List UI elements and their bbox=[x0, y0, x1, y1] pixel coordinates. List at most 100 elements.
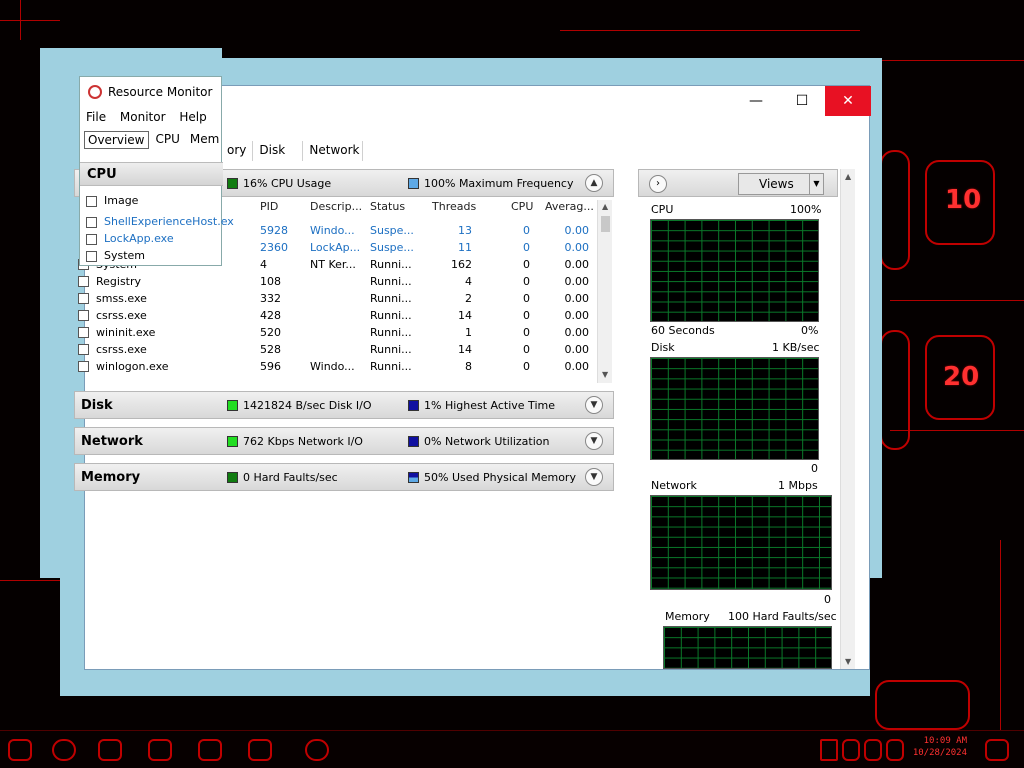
cpu-graph-min: 0% bbox=[801, 324, 819, 337]
process-checkbox[interactable] bbox=[78, 276, 89, 287]
cell-cpu: 0 bbox=[523, 275, 530, 288]
network-graph-min: 0 bbox=[824, 593, 831, 606]
tab-cpu[interactable]: CPU bbox=[153, 131, 183, 149]
cell-description: LockAp... bbox=[310, 241, 361, 254]
scroll-thumb[interactable] bbox=[601, 216, 610, 232]
cell-description: NT Ker... bbox=[310, 258, 356, 271]
volume-icon[interactable] bbox=[864, 739, 882, 761]
tab-overview[interactable]: Overview bbox=[84, 131, 149, 149]
col-cpu[interactable]: CPU bbox=[511, 200, 533, 213]
app-icon[interactable] bbox=[148, 739, 172, 761]
process-checkbox[interactable] bbox=[86, 217, 97, 228]
cpu-section-title[interactable]: CPU bbox=[80, 162, 223, 186]
table-row[interactable]: Registry 108 Runni... 4 0 0.00 bbox=[78, 273, 596, 290]
decor-frame bbox=[875, 680, 970, 730]
cell-threads: 2 bbox=[465, 292, 472, 305]
scroll-up-icon[interactable]: ▲ bbox=[845, 172, 851, 181]
cell-status: Runni... bbox=[370, 360, 412, 373]
cell-threads: 14 bbox=[458, 309, 472, 322]
tray-arrow-icon[interactable] bbox=[820, 739, 838, 761]
scroll-down-icon[interactable]: ▼ bbox=[602, 370, 608, 379]
table-row[interactable]: wininit.exe 520 Runni... 1 0 0.00 bbox=[78, 324, 596, 341]
cpu-graph bbox=[650, 219, 819, 322]
cell-threads: 13 bbox=[458, 224, 472, 237]
col-status[interactable]: Status bbox=[370, 200, 405, 213]
cell-image: winlogon.exe bbox=[96, 360, 169, 373]
cell-average: 0.00 bbox=[564, 309, 590, 322]
scroll-up-icon[interactable]: ▲ bbox=[602, 202, 608, 211]
search-icon[interactable] bbox=[52, 739, 76, 761]
cell-pid: 332 bbox=[260, 292, 281, 305]
process-checkbox[interactable] bbox=[78, 310, 89, 321]
cell-status: Suspe... bbox=[370, 224, 414, 237]
expand-down-icon[interactable]: ▼ bbox=[585, 396, 603, 414]
network-section-header[interactable]: Network 762 Kbps Network I/O 0% Network … bbox=[74, 427, 614, 455]
memory-faults-label: 0 Hard Faults/sec bbox=[243, 470, 338, 484]
menu-monitor[interactable]: Monitor bbox=[120, 110, 166, 124]
col-pid[interactable]: PID bbox=[260, 200, 278, 213]
scroll-down-icon[interactable]: ▼ bbox=[845, 657, 851, 666]
app-icon[interactable] bbox=[248, 739, 272, 761]
keyboard-icon[interactable] bbox=[886, 739, 904, 761]
close-button[interactable]: ✕ bbox=[825, 86, 871, 116]
process-checkbox[interactable] bbox=[86, 251, 97, 262]
table-row[interactable]: smss.exe 332 Runni... 2 0 0.00 bbox=[78, 290, 596, 307]
task-view-icon[interactable] bbox=[98, 739, 122, 761]
table-row[interactable]: csrss.exe 428 Runni... 14 0 0.00 bbox=[78, 307, 596, 324]
start-icon[interactable] bbox=[8, 739, 32, 761]
cell-cpu: 0 bbox=[523, 360, 530, 373]
process-scrollbar[interactable]: ▲ ▼ bbox=[597, 200, 612, 383]
cell-pid: 528 bbox=[260, 343, 281, 356]
menu-file[interactable]: File bbox=[86, 110, 106, 124]
cell-cpu: 0 bbox=[523, 224, 530, 237]
select-all-checkbox[interactable] bbox=[86, 196, 97, 207]
col-average[interactable]: Averag... bbox=[545, 200, 594, 213]
views-dropdown[interactable]: Views ▼ bbox=[738, 173, 824, 195]
clock[interactable]: 10:09 AM 10/28/2024 bbox=[905, 735, 967, 759]
network-icon[interactable] bbox=[842, 739, 860, 761]
graph-scrollbar[interactable]: ▲ ▼ bbox=[840, 169, 855, 669]
game-panel bbox=[222, 58, 882, 86]
resource-monitor-taskbar-icon[interactable] bbox=[305, 739, 329, 761]
resource-monitor-app-icon bbox=[88, 85, 102, 99]
disk-graph bbox=[650, 357, 819, 460]
disk-section-header[interactable]: Disk 1421824 B/sec Disk I/O 1% Highest A… bbox=[74, 391, 614, 419]
decor-line bbox=[0, 20, 60, 21]
decor-line bbox=[560, 30, 860, 31]
table-row[interactable]: winlogon.exe 596 Windo... Runni... 8 0 0.00 bbox=[78, 358, 596, 375]
cell-status: Runni... bbox=[370, 258, 412, 271]
menu-help[interactable]: Help bbox=[179, 110, 206, 124]
network-graph-title: Network bbox=[651, 479, 697, 492]
app-icon[interactable] bbox=[198, 739, 222, 761]
network-io-label: 762 Kbps Network I/O bbox=[243, 434, 363, 448]
maximize-button[interactable]: ☐ bbox=[779, 86, 825, 116]
memory-section-header[interactable]: Memory 0 Hard Faults/sec 50% Used Physic… bbox=[74, 463, 614, 491]
cpu-usage-label: 16% CPU Usage bbox=[243, 176, 332, 190]
notifications-icon[interactable] bbox=[985, 739, 1009, 761]
table-row[interactable]: csrss.exe 528 Runni... 14 0 0.00 bbox=[78, 341, 596, 358]
process-checkbox[interactable] bbox=[78, 293, 89, 304]
col-description[interactable]: Descrip... bbox=[310, 200, 362, 213]
cell-status: Suspe... bbox=[370, 241, 414, 254]
tab-network[interactable]: Network bbox=[303, 141, 364, 161]
tab-disk[interactable]: Disk bbox=[253, 141, 304, 161]
cpu-graph-max: 100% bbox=[790, 203, 822, 216]
col-threads[interactable]: Threads bbox=[432, 200, 476, 213]
process-checkbox[interactable] bbox=[86, 234, 97, 245]
process-checkbox[interactable] bbox=[78, 361, 89, 372]
expand-right-icon[interactable]: › bbox=[649, 175, 667, 193]
network-util-swatch bbox=[408, 435, 419, 447]
tab-memory-small[interactable]: Mem bbox=[187, 131, 222, 149]
memory-used-legend: 50% Used Physical Memory bbox=[408, 471, 576, 484]
process-checkbox[interactable] bbox=[78, 327, 89, 338]
minimize-button[interactable]: — bbox=[733, 86, 779, 116]
process-checkbox[interactable] bbox=[78, 344, 89, 355]
cell-cpu: 0 bbox=[523, 258, 530, 271]
cpu-usage-swatch bbox=[227, 177, 238, 189]
cell-pid: 520 bbox=[260, 326, 281, 339]
col-image[interactable]: Image bbox=[104, 194, 138, 207]
expand-down-icon[interactable]: ▼ bbox=[585, 468, 603, 486]
expand-down-icon[interactable]: ▼ bbox=[585, 432, 603, 450]
collapse-up-icon[interactable]: ▲ bbox=[585, 174, 603, 192]
cell-threads: 11 bbox=[458, 241, 472, 254]
